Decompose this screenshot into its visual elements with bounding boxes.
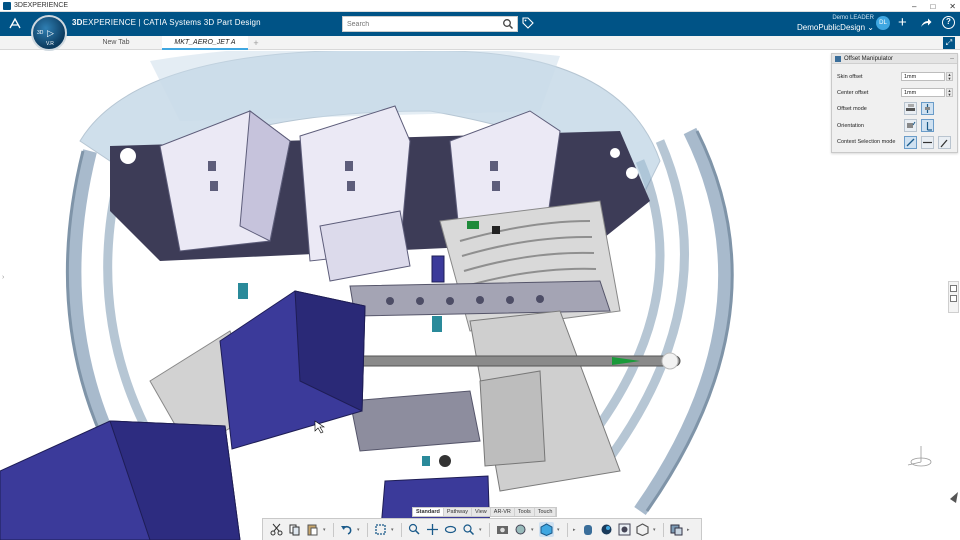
compass-widget[interactable]: 3D ▷ V.R [31,15,67,51]
render-icon[interactable] [617,522,632,537]
3d-viewport[interactable] [0,51,960,540]
context-select-arrow-icon[interactable] [904,136,917,149]
panel-header[interactable]: Offset Manipulator – [832,54,957,64]
maximize-button[interactable]: □ [930,2,935,11]
undo-dropdown-icon[interactable]: ▾ [357,527,362,533]
section-icon[interactable] [635,522,650,537]
context-select-wand-icon[interactable] [938,136,951,149]
tab-bar: New Tab MKT_AERO_JET A + [0,36,960,50]
window-title: 3DEXPERIENCE [14,2,69,9]
action-bar-tabs: Standard Pathway View AR-VR Tools Touch [412,507,558,517]
side-tool-2-icon[interactable] [950,295,957,302]
panel-collapse-button[interactable]: – [950,54,954,64]
zoom-icon[interactable] [461,522,476,537]
orientation-label: Orientation [837,123,864,129]
panel-title: Offset Manipulator [844,56,893,62]
offset-mode-center-icon[interactable] [921,102,934,115]
rotate-icon[interactable] [443,522,458,537]
paste-dropdown-icon[interactable]: ▾ [323,527,328,533]
center-offset-field[interactable] [901,88,945,97]
tab-new[interactable]: New Tab [76,36,156,50]
tag-icon[interactable] [522,17,534,29]
tab-pathway[interactable]: Pathway [444,508,472,516]
compass-version: V.R [46,41,54,47]
zoom-area-icon[interactable] [407,522,422,537]
avatar[interactable]: DL [876,16,890,30]
update-dropdown-icon[interactable]: ▾ [391,527,396,533]
view-dropdown-icon[interactable]: ▾ [531,527,536,533]
visualization-icon[interactable] [599,522,614,537]
normal-view-icon[interactable] [513,522,528,537]
center-offset-spinner[interactable]: ▲ ▼ [946,88,953,97]
center-offset-label: Center offset [837,90,869,96]
action-bar: ▾ ▾ ▾ ▾ ▾ ▾ ▸ ▾ ▸ [262,518,702,540]
search-input[interactable] [342,16,518,32]
skin-offset-label: Skin offset [837,74,863,80]
ds-logo-icon[interactable] [8,17,22,31]
separator [567,522,568,537]
paste-icon[interactable] [305,522,320,537]
orientation-axis-icon[interactable] [921,119,934,132]
aircraft-model[interactable] [0,51,960,540]
compass-3d-label: 3D [37,30,44,36]
user-name: Demo LEADER [832,15,874,21]
panel-icon [835,56,841,62]
close-button[interactable]: ✕ [949,2,956,11]
collab-space[interactable]: DemoPublicDesign ⌄ [797,23,874,32]
app-brand: 3DEXPERIENCE | CATIA Systems 3D Part Des… [72,18,261,27]
capture-icon[interactable] [495,522,510,537]
scroll-right-icon[interactable]: ▸ [573,527,578,533]
tab-touch[interactable]: Touch [535,508,557,516]
offset-manipulator-panel: Offset Manipulator – Skin offset ▲▼ Cent… [831,53,958,153]
window-controls: – □ ✕ [912,0,956,12]
separator [367,522,368,537]
copy-icon[interactable] [287,522,302,537]
separator [401,522,402,537]
tab-tools[interactable]: Tools [515,508,535,516]
display-mode-icon[interactable] [581,522,596,537]
context-selection-mode-label: Context Selection mode [837,139,896,145]
separator [333,522,334,537]
context-select-range-icon[interactable] [921,136,934,149]
search-icon[interactable] [502,18,514,30]
separator [663,522,664,537]
orientation-normal-icon[interactable] [904,119,917,132]
skin-offset-field[interactable] [901,72,945,81]
window-title-bar: 3DEXPERIENCE – □ ✕ [0,0,960,12]
undo-icon[interactable] [339,522,354,537]
pan-icon[interactable] [425,522,440,537]
left-panel-handle[interactable]: › [2,274,7,284]
update-icon[interactable] [373,522,388,537]
side-tool-1-icon[interactable] [950,285,957,292]
chevron-down-icon: ⌄ [867,23,874,32]
tab-ar-vr[interactable]: AR-VR [491,508,515,516]
cut-icon[interactable] [269,522,284,537]
zoom-dropdown-icon[interactable]: ▾ [479,527,484,533]
add-tab-button[interactable]: + [250,36,262,50]
tab-standard[interactable]: Standard [413,508,444,516]
offset-mode-label: Offset mode [837,106,867,112]
cube-view-icon[interactable] [539,522,554,537]
play-icon[interactable]: ▷ [47,28,54,39]
app-icon [3,1,11,10]
share-icon[interactable] [920,17,932,29]
tab-view[interactable]: View [472,508,491,516]
fullscreen-icon[interactable]: ⤢ [943,37,955,49]
section-dropdown-icon[interactable]: ▾ [653,527,658,533]
user-info[interactable]: Demo LEADER DemoPublicDesign ⌄ [797,14,874,32]
add-icon[interactable]: + [898,15,907,31]
more-icon[interactable]: ▸ [687,527,692,533]
offset-mode-skin-icon[interactable] [904,102,917,115]
separator [489,522,490,537]
side-toolbar [948,281,959,313]
skin-offset-spinner[interactable]: ▲ ▼ [946,72,953,81]
hide-show-icon[interactable] [669,522,684,537]
top-bar: 3DEXPERIENCE | CATIA Systems 3D Part Des… [0,12,960,36]
minimize-button[interactable]: – [912,2,916,11]
help-icon[interactable]: ? [942,16,955,29]
tab-mkt-aero-jet[interactable]: MKT_AERO_JET A [162,36,248,50]
cube-dropdown-icon[interactable]: ▾ [557,527,562,533]
